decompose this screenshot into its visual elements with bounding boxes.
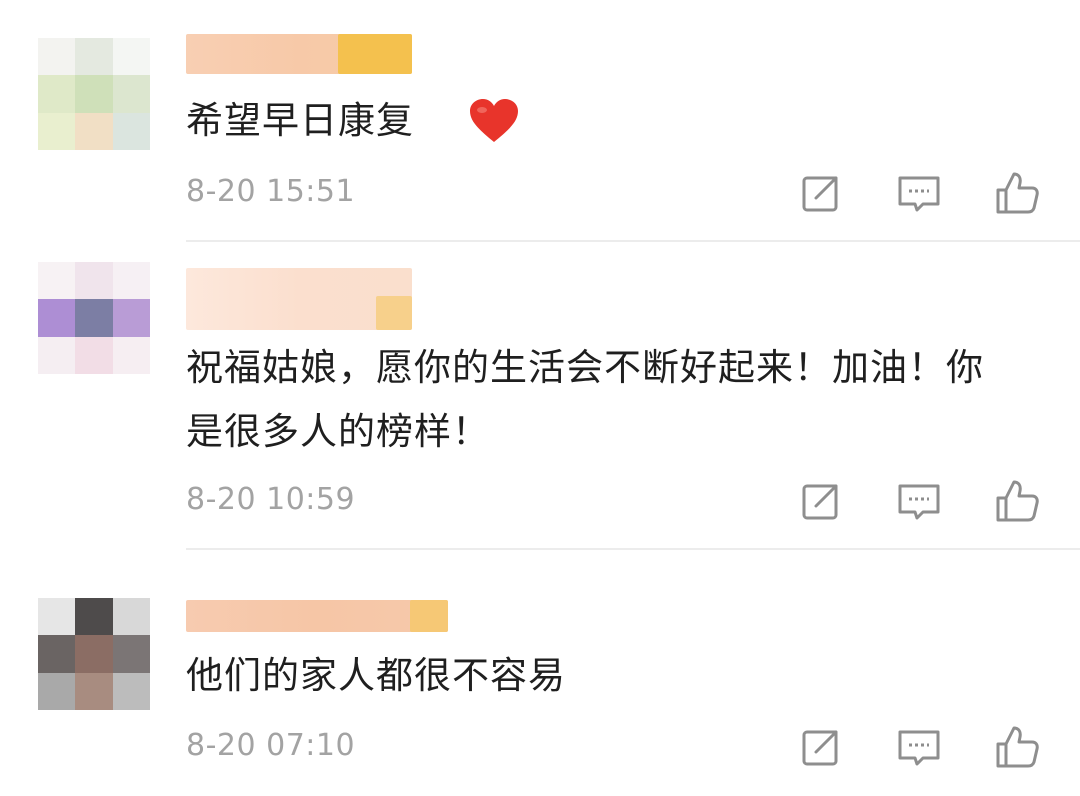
comment-text: 他们的家人都很不容易 <box>186 654 566 697</box>
share-button[interactable] <box>798 724 844 770</box>
avatar[interactable] <box>38 598 150 710</box>
thumbs-up-icon <box>996 726 1039 768</box>
like-button[interactable] <box>994 724 1040 770</box>
comment-actions <box>798 724 1042 770</box>
comment-icon <box>898 730 940 766</box>
comment-button[interactable] <box>896 724 942 770</box>
comment-time: 8-20 07:10 <box>186 728 356 763</box>
comment-item-3: 他们的家人都很不容易 8-20 07:10 <box>0 0 1080 796</box>
username-redacted[interactable] <box>186 600 448 632</box>
share-icon <box>802 730 838 766</box>
